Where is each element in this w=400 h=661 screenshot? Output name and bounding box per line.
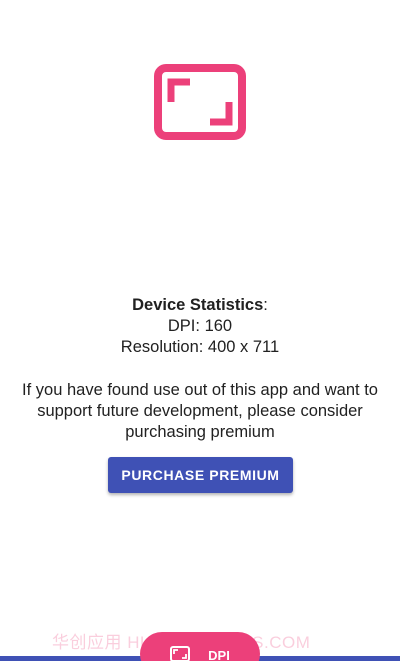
device-statistics: Device Statistics: DPI: 160 Resolution: … xyxy=(0,295,400,358)
tab-dpi[interactable]: DPI xyxy=(140,632,260,661)
tab-dpi-label: DPI xyxy=(208,648,230,661)
fullscreen-frame-icon xyxy=(154,64,246,140)
purchase-premium-button[interactable]: PURCHASE PREMIUM xyxy=(108,457,293,493)
app-screen: Device Statistics: DPI: 160 Resolution: … xyxy=(0,0,400,661)
dpi-value: DPI: 160 xyxy=(167,317,233,335)
stats-heading: Device Statistics xyxy=(132,296,264,314)
support-message: If you have found use out of this app an… xyxy=(22,381,378,441)
resolution-value: Resolution: 400 x 711 xyxy=(120,338,280,356)
stats-heading-suffix: : xyxy=(263,296,268,314)
stats-heading-line: Device Statistics: xyxy=(0,295,400,316)
fullscreen-frame-icon xyxy=(170,646,191,661)
